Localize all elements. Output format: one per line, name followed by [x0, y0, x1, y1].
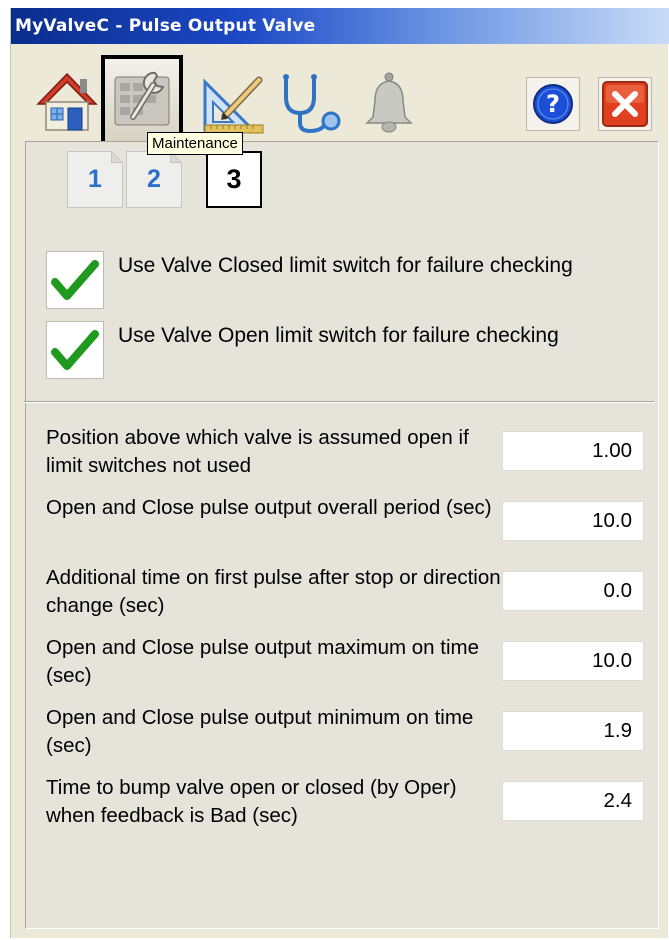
param-input-max-on-time[interactable]: 10.0 [502, 641, 644, 681]
param-label-first-pulse-extra: Additional time on first pulse after sto… [46, 566, 501, 617]
alarms-button[interactable] [357, 70, 421, 136]
param-input-first-pulse-extra[interactable]: 0.0 [502, 571, 644, 611]
page-tab-1-label: 1 [88, 165, 102, 193]
maintenance-icon [111, 67, 175, 136]
param-label-overall-period: Open and Close pulse output overall peri… [46, 496, 492, 519]
page-tab-1[interactable]: 1 [67, 151, 123, 208]
param-input-assumed-open-position[interactable]: 1.00 [502, 431, 644, 471]
diagnostics-button[interactable] [275, 70, 349, 136]
param-label-bump-time: Time to bump valve open or closed (by Op… [46, 776, 457, 827]
engineering-button[interactable] [199, 72, 265, 136]
param-input-overall-period[interactable]: 10.0 [502, 501, 644, 541]
home-button[interactable] [35, 68, 99, 136]
section-divider [24, 401, 654, 403]
engineering-icon [199, 72, 265, 136]
bell-icon [361, 71, 417, 135]
param-label-min-on-time: Open and Close pulse output minimum on t… [46, 706, 474, 757]
page-tab-2[interactable]: 2 [126, 151, 182, 208]
open-limit-switch-checkbox[interactable] [46, 321, 104, 379]
help-button[interactable]: ? [526, 77, 580, 131]
close-button[interactable] [598, 77, 652, 131]
checkmark-icon [51, 260, 99, 300]
param-label-assumed-open-position: Position above which valve is assumed op… [46, 426, 469, 477]
param-input-bump-time[interactable]: 2.4 [502, 781, 644, 821]
title-bar[interactable]: MyValveC - Pulse Output Valve [11, 8, 669, 44]
stethoscope-icon [276, 71, 348, 135]
close-icon [602, 81, 648, 127]
home-icon [36, 70, 98, 134]
page-tab-3[interactable]: 3 [206, 151, 262, 208]
param-label-max-on-time: Open and Close pulse output maximum on t… [46, 636, 480, 687]
svg-text:?: ? [546, 90, 560, 118]
checkmark-icon [51, 330, 99, 370]
page-corner-icon [111, 151, 123, 163]
page-tab-2-label: 2 [147, 165, 161, 193]
toolbar: ? [11, 44, 669, 147]
closed-limit-switch-label: Use Valve Closed limit switch for failur… [118, 254, 573, 277]
open-limit-switch-label: Use Valve Open limit switch for failure … [118, 324, 559, 347]
window-title: MyValveC - Pulse Output Valve [15, 16, 316, 36]
help-icon: ? [531, 82, 575, 126]
param-input-min-on-time[interactable]: 1.9 [502, 711, 644, 751]
closed-limit-switch-checkbox[interactable] [46, 251, 104, 309]
maintenance-tooltip: Maintenance [147, 132, 243, 155]
page-tab-3-label: 3 [226, 164, 242, 194]
